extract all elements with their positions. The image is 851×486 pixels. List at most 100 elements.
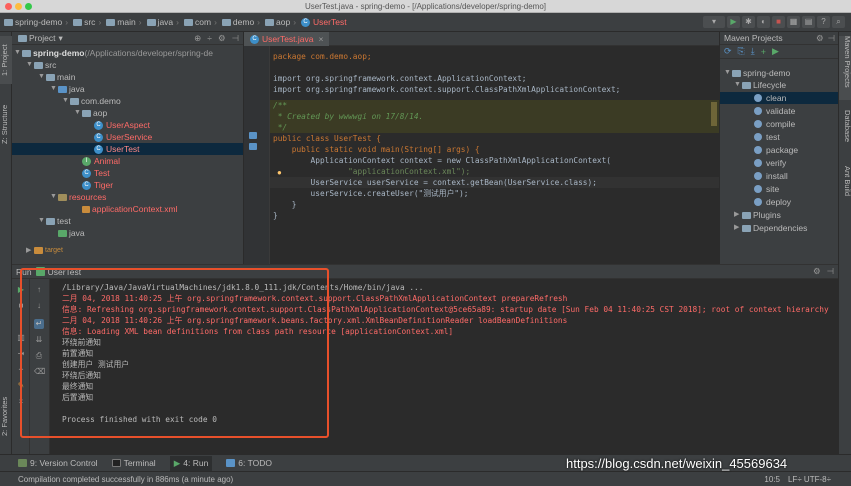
scrollbar-marker[interactable] — [711, 102, 717, 126]
maven-project-item[interactable]: ▼ spring-demo — [724, 67, 790, 79]
tool-tab-project[interactable]: 1: Project — [0, 36, 12, 84]
arrow-up-icon[interactable]: ↑ — [34, 285, 44, 295]
run-maven-icon[interactable]: ▶ — [772, 46, 779, 57]
clear-all-icon[interactable]: ⌫ — [34, 367, 45, 377]
soft-wrap-icon[interactable]: ↵ — [34, 319, 44, 329]
tree-item-java[interactable]: ▼ java — [50, 83, 85, 95]
close-run-icon[interactable]: × — [16, 397, 26, 407]
code-line-15[interactable]: } — [273, 199, 297, 210]
tool-tab-terminal[interactable]: Terminal — [111, 458, 156, 468]
tree-item-test-java[interactable]: java — [50, 227, 85, 239]
help-icon[interactable]: ? — [817, 16, 830, 28]
tree-item-tiger[interactable]: C Tiger — [82, 179, 113, 191]
code-line-3[interactable]: import org.springframework.context.Appli… — [273, 73, 526, 84]
tree-item-test[interactable]: C Test — [82, 167, 110, 179]
stop-icon[interactable]: ■ — [16, 301, 26, 311]
hide-panel-icon[interactable]: ⊣ — [232, 33, 239, 44]
close-window-button[interactable] — [5, 3, 12, 10]
maven-dependencies-item[interactable]: ▶ Dependencies — [734, 222, 807, 234]
tool-tab-favorites[interactable]: 2: Favorites — [0, 392, 12, 440]
hide-panel-icon[interactable]: ⊣ — [828, 33, 835, 44]
generate-sources-icon[interactable]: ⎘ — [738, 46, 745, 57]
tree-item-spring-demo[interactable]: ▼ spring-demo (/Applications/developer/sp… — [14, 47, 213, 59]
arrow-down-icon[interactable]: ↓ — [34, 301, 44, 311]
print-icon[interactable]: ⎙ — [34, 351, 44, 361]
debug-icon[interactable]: ✱ — [742, 16, 755, 28]
run-config-dropdown[interactable]: ▾ — [703, 16, 725, 28]
settings-gear-icon[interactable]: ⚙ — [816, 33, 824, 44]
search-icon[interactable]: ⌕ — [832, 16, 845, 28]
tree-item-usertest[interactable]: C UserTest — [12, 143, 243, 155]
tool-tab-todo[interactable]: 6: TODO — [226, 458, 272, 468]
run-gutter-icon[interactable] — [249, 132, 257, 139]
maximize-window-button[interactable] — [25, 3, 32, 10]
breadcrumb-com[interactable]: com › — [184, 17, 220, 27]
code-line-7[interactable]: * Created by wwwwgi on 17/8/14. — [270, 111, 719, 122]
maven-plugins-item[interactable]: ▶ Plugins — [734, 209, 781, 221]
maven-goal-deploy[interactable]: deploy — [754, 196, 791, 208]
chevron-down-icon[interactable]: ▾ — [58, 33, 62, 44]
restore-icon[interactable]: ✎ — [16, 381, 26, 391]
maven-goal-package[interactable]: package — [754, 144, 798, 156]
tree-item-useraspect[interactable]: C UserAspect — [94, 119, 150, 131]
maven-goal-clean[interactable]: clean — [720, 92, 838, 104]
tree-item-applicationcontext-xml[interactable]: applicationContext.xml — [82, 203, 178, 215]
maven-goal-compile[interactable]: compile — [754, 118, 795, 130]
maven-goal-validate[interactable]: validate — [754, 105, 795, 117]
project-structure-icon[interactable]: ▤ — [802, 16, 815, 28]
hide-panel-icon[interactable]: ⊣ — [827, 266, 834, 277]
close-tab-icon[interactable]: × — [319, 32, 324, 46]
maven-lifecycle-item[interactable]: ▼ Lifecycle — [734, 79, 786, 91]
breadcrumb-main[interactable]: main › — [106, 17, 144, 27]
dump-threads-icon[interactable]: ▥ — [16, 333, 26, 343]
tree-item-src[interactable]: ▼ src — [26, 59, 56, 71]
collapse-icon[interactable]: ÷ — [207, 33, 212, 43]
pin-icon[interactable]: ⌖ — [16, 365, 26, 375]
rerun-icon[interactable]: ▶ — [16, 285, 26, 295]
tool-tab-ant-build[interactable]: Ant Build — [839, 166, 851, 212]
run-gutter-icon[interactable] — [249, 143, 257, 150]
caret-position[interactable]: 10:5 — [764, 475, 780, 484]
tree-item-animal[interactable]: I Animal — [82, 155, 120, 167]
file-encoding[interactable]: LF÷ UTF-8÷ — [788, 475, 831, 484]
breadcrumb-usertest[interactable]: C UserTest — [301, 17, 347, 27]
stop-icon[interactable]: ■ — [772, 16, 785, 28]
code-line-1[interactable]: package com.demo.aop; — [273, 51, 372, 62]
maven-goal-install[interactable]: install — [754, 170, 788, 182]
breadcrumb-java[interactable]: java › — [146, 17, 182, 27]
tree-item-resources[interactable]: ▼ resources — [50, 191, 106, 203]
maven-goal-site[interactable]: site — [754, 183, 779, 195]
tree-item-test-folder[interactable]: ▼ test — [38, 215, 71, 227]
settings-gear-icon[interactable]: ⚙ — [218, 33, 226, 44]
status-message[interactable]: Compilation completed successfully in 88… — [18, 475, 233, 484]
breadcrumb-project[interactable]: spring-demo › — [4, 17, 71, 27]
code-line-16[interactable]: } — [273, 210, 278, 221]
code-line-10[interactable]: public static void main(String[] args) { — [273, 144, 480, 155]
tree-item-com-demo[interactable]: ▼ com.demo — [62, 95, 121, 107]
sync-icon[interactable]: ⊕ — [194, 33, 201, 44]
maven-goal-test[interactable]: test — [754, 131, 780, 143]
download-icon[interactable]: ⤓ — [751, 46, 755, 57]
tree-item-target[interactable]: ▶ target — [26, 246, 63, 255]
run-icon[interactable]: ▶ — [727, 16, 740, 28]
breadcrumb-demo[interactable]: demo › — [221, 17, 263, 27]
tool-tab-database[interactable]: Database — [839, 110, 851, 156]
tool-tab-run[interactable]: ▶ 4: Run — [169, 455, 213, 471]
code-line-9[interactable]: public class UserTest { — [273, 133, 381, 144]
coverage-icon[interactable]: ◐ — [757, 16, 770, 28]
code-line-13[interactable]: UserService userService = context.getBea… — [270, 177, 719, 188]
tool-tab-structure[interactable]: Z: Structure — [0, 94, 12, 154]
tool-tab-maven[interactable]: Maven Projects — [839, 36, 851, 100]
code-line-8[interactable]: */ — [270, 122, 719, 133]
code-line-4[interactable]: import org.springframework.context.suppo… — [273, 84, 620, 95]
exit-icon[interactable]: ⇥ — [16, 349, 26, 359]
settings-gear-icon[interactable]: ⚙ — [813, 266, 821, 277]
run-tab-usertest[interactable]: UserTest — [48, 267, 82, 277]
tree-item-main[interactable]: ▼ main — [38, 71, 75, 83]
pause-icon[interactable]: ‖ — [16, 317, 26, 327]
breadcrumb-src[interactable]: src › — [73, 17, 104, 27]
editor-tab-usertest[interactable]: C UserTest.java × — [244, 32, 330, 46]
scroll-to-end-icon[interactable]: ⇊ — [34, 335, 44, 345]
code-line-14[interactable]: userService.createUser("测试用户"); — [273, 188, 469, 199]
maven-goal-verify[interactable]: verify — [754, 157, 786, 169]
